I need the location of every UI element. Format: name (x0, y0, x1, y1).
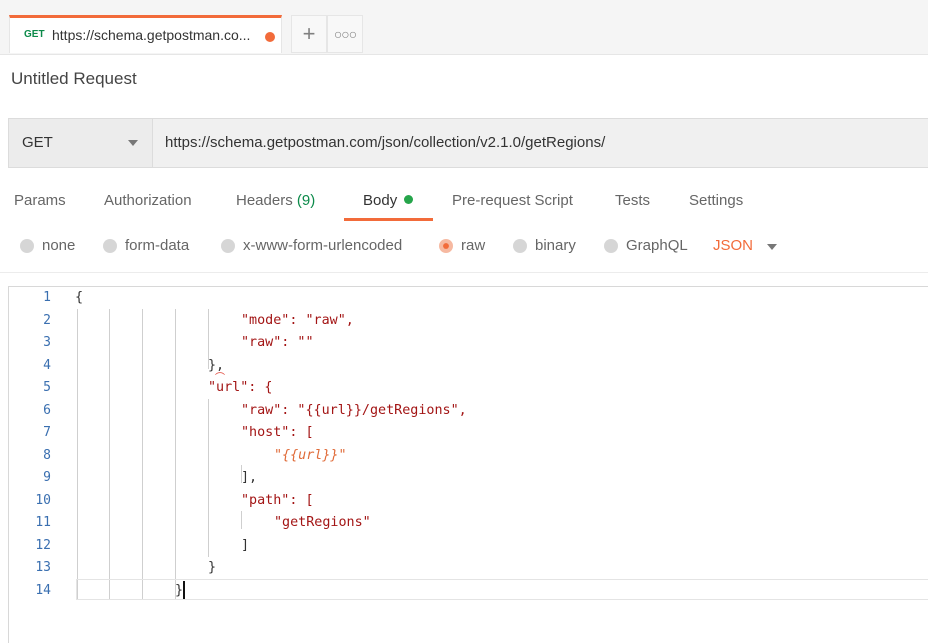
line-number: 6 (43, 403, 51, 418)
radio-circle (221, 239, 235, 253)
radio-label: binary (535, 237, 576, 254)
indent-guide (142, 309, 143, 600)
active-tab-indicator (344, 218, 433, 221)
radio-circle (103, 239, 117, 253)
divider (0, 272, 928, 273)
indent-guide (241, 511, 242, 529)
tab-headers-label: Headers (236, 192, 293, 209)
radio-circle (513, 239, 527, 253)
line-number: 9 (43, 470, 51, 485)
line-number: 14 (35, 583, 51, 598)
line-number: 1 (43, 290, 51, 305)
code-line: "raw": "{{url}}/getRegions", (241, 403, 467, 418)
code-editor[interactable]: 1 2 3 4 5 6 7 8 9 10 11 12 13 14 { "mode… (8, 286, 928, 643)
unsaved-changes-dot (265, 32, 275, 42)
code-line: { (75, 290, 84, 305)
line-number: 4 (43, 358, 51, 373)
tab-options-button[interactable]: ○○○ (327, 15, 363, 53)
code-line: "{{url}}" (274, 448, 347, 463)
tab-pre-request-script[interactable]: Pre-request Script (452, 192, 573, 209)
line-number: 11 (35, 515, 51, 530)
tab-settings[interactable]: Settings (689, 192, 743, 209)
chevron-down-icon (128, 140, 138, 146)
indent-guide (109, 309, 110, 600)
radio-label: form-data (125, 237, 190, 254)
method-select[interactable]: GET (9, 119, 153, 167)
new-tab-button[interactable]: + (291, 15, 327, 53)
indent-guide (77, 309, 78, 600)
code-line: ] (241, 538, 250, 553)
radio-label: GraphQL (626, 237, 688, 254)
code-line: "host": [ (241, 425, 314, 440)
line-number: 10 (35, 493, 51, 508)
radio-label: x-www-form-urlencoded (243, 237, 403, 254)
active-line-highlight (76, 579, 928, 600)
url-input[interactable]: https://schema.getpostman.com/json/colle… (165, 134, 605, 151)
tab-strip: GET https://schema.getpostman.co... + ○○… (0, 0, 928, 55)
indent-guide (175, 309, 176, 600)
code-line: "mode": "raw", (241, 313, 354, 328)
radio-circle (604, 239, 618, 253)
method-select-value: GET (22, 134, 53, 151)
plus-icon: + (302, 21, 316, 46)
text-cursor (183, 581, 185, 599)
radio-circle-selected (439, 239, 453, 253)
line-number: 7 (43, 425, 51, 440)
request-title[interactable]: Untitled Request (11, 69, 137, 89)
ellipsis-icon: ○○○ (333, 26, 357, 42)
line-number: 2 (43, 313, 51, 328)
radio-label: none (42, 237, 76, 254)
code-line: "path": [ (241, 493, 314, 508)
line-number: 8 (43, 448, 51, 463)
code-line: "getRegions" (274, 515, 371, 530)
line-number: 13 (35, 560, 51, 575)
tab-method-label: GET (24, 29, 45, 40)
code-line: "raw": "" (241, 335, 314, 350)
radio-circle (20, 239, 34, 253)
code-line: } (175, 583, 184, 598)
tab-tests[interactable]: Tests (615, 192, 650, 209)
radio-label: raw (461, 237, 486, 254)
tab-body-label: Body (363, 192, 398, 209)
line-number: 12 (35, 538, 51, 553)
tab-params[interactable]: Params (14, 192, 66, 209)
tab-title: https://schema.getpostman.co... (52, 27, 251, 43)
line-number-gutter: 1 2 3 4 5 6 7 8 9 10 11 12 13 14 (9, 287, 67, 643)
body-indicator-dot (404, 195, 414, 204)
body-type-options: none form-data x-www-form-urlencoded raw… (0, 236, 928, 262)
tab-headers[interactable]: Headers (9) (236, 192, 315, 209)
chevron-down-icon[interactable] (767, 244, 777, 250)
request-tab[interactable]: GET https://schema.getpostman.co... (9, 15, 282, 53)
indent-guide (208, 399, 209, 557)
headers-count-badge: (9) (296, 192, 316, 209)
lint-warning-marker: ⌒ (215, 373, 225, 384)
language-select[interactable]: JSON (713, 237, 753, 254)
tab-body[interactable]: Body (363, 192, 414, 209)
url-bar: GET https://schema.getpostman.com/json/c… (8, 118, 928, 168)
line-number: 5 (43, 380, 51, 395)
line-number: 3 (43, 335, 51, 350)
code-line: } (208, 560, 217, 575)
tab-authorization[interactable]: Authorization (104, 192, 192, 209)
code-line: ], (241, 470, 258, 485)
